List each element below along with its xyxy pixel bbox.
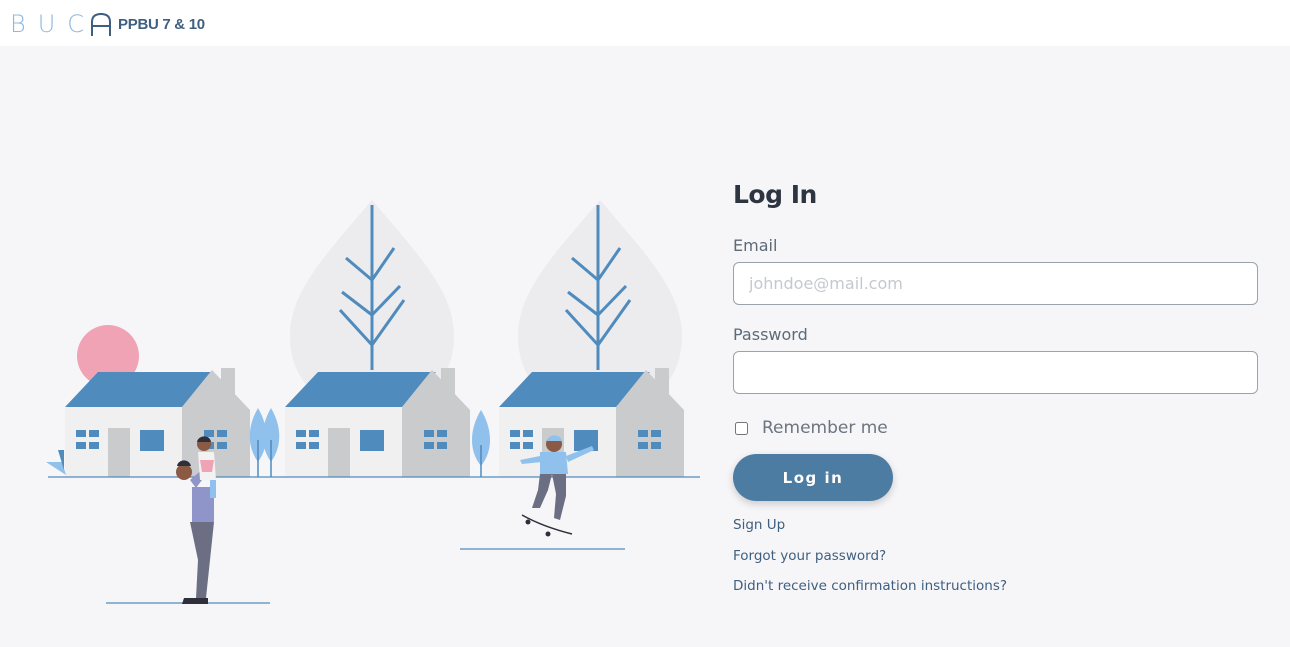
brand-logo: BUC <box>10 10 97 38</box>
confirmation-instructions-link[interactable]: Didn't receive confirmation instructions… <box>733 576 1258 607</box>
email-field[interactable] <box>733 262 1258 305</box>
password-label: Password <box>733 325 808 344</box>
brand-link[interactable]: BUC PPBU 7 & 10 <box>10 9 205 39</box>
brand-subtitle: PPBU 7 & 10 <box>118 15 205 33</box>
top-navbar: BUC PPBU 7 & 10 <box>0 0 1290 46</box>
auth-links: Sign Up Forgot your password? Didn't rec… <box>733 515 1258 607</box>
remember-me-row[interactable]: Remember me <box>733 418 1258 438</box>
remember-me-checkbox[interactable] <box>735 421 748 435</box>
login-form: Log In Email Password Remember me Log in… <box>733 180 1258 607</box>
forgot-password-link[interactable]: Forgot your password? <box>733 546 1258 577</box>
password-field[interactable] <box>733 351 1258 394</box>
page-title: Log In <box>733 180 817 209</box>
sign-up-link[interactable]: Sign Up <box>733 515 1258 546</box>
login-button[interactable]: Log in <box>733 454 893 501</box>
brand-a-icon <box>91 12 112 36</box>
remember-me-label: Remember me <box>762 418 888 438</box>
email-label: Email <box>733 236 778 255</box>
neighborhood-illustration <box>46 200 700 604</box>
